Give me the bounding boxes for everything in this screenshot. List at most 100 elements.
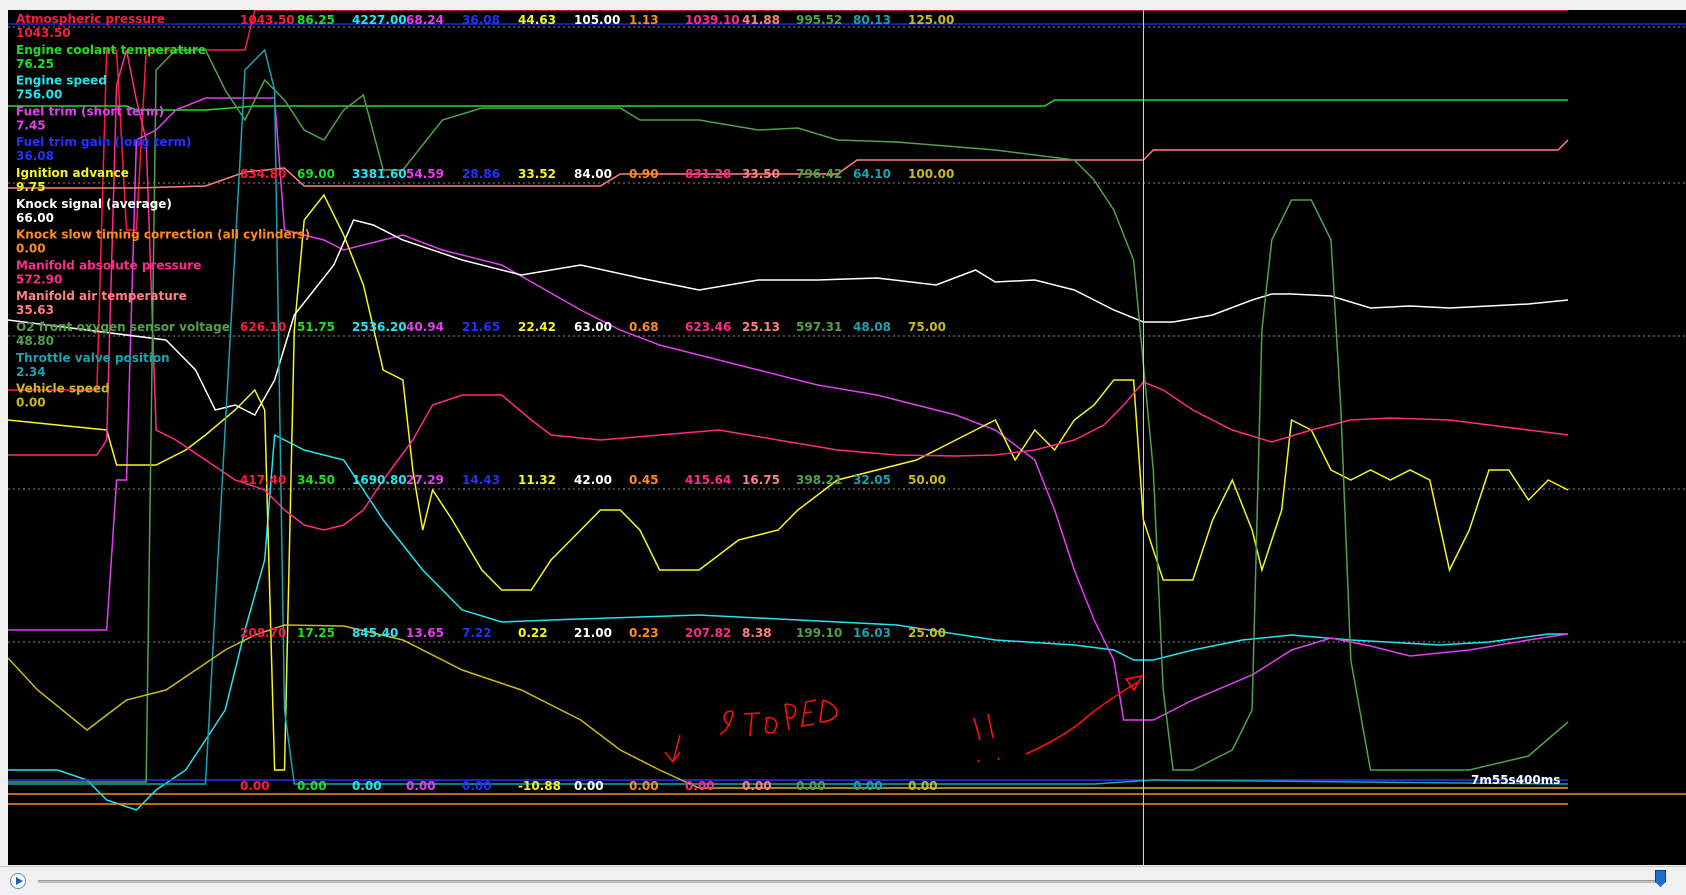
tick-label: 415.64 <box>685 473 731 487</box>
tick-label: 0.00 <box>352 779 382 793</box>
legend-series-name: Atmospheric pressure <box>16 12 165 26</box>
series-line-knock-signal-average- <box>8 219 1569 416</box>
tick-label: 25.00 <box>908 626 946 640</box>
tick-label: 2536.20 <box>352 320 407 334</box>
legend-series-name: O2 front oxygen sensor voltage <box>16 320 230 334</box>
chart-canvas[interactable]: 86.25 4227.00 68.24 36.08 44.63 105.00 1.13 103… <box>8 10 1686 865</box>
legend-series-name: Throttle valve position <box>16 351 170 365</box>
tick-label: 0.00 <box>297 779 327 793</box>
tick-label: 17.25 <box>297 626 335 640</box>
tick-label: 75.00 <box>908 320 946 334</box>
legend: Atmospheric pressure1043.50Engine coolan… <box>16 12 310 410</box>
legend-current-value: 36.08 <box>16 149 54 163</box>
time-readout: 7m55s400ms <box>1471 773 1560 787</box>
legend-series-name: Ignition advance <box>16 166 129 180</box>
tick-label: 1039.10 <box>685 13 740 27</box>
tick-label: 51.75 <box>297 320 335 334</box>
play-button[interactable] <box>10 873 26 889</box>
tick-label: 21.00 <box>574 626 612 640</box>
tick-label: 64.10 <box>853 167 891 181</box>
tick-label: 398.21 <box>796 473 842 487</box>
tick-label: 33.52 <box>518 167 556 181</box>
legend-current-value: 0.00 <box>16 396 46 410</box>
tick-label: 207.82 <box>685 626 731 640</box>
legend-current-value: 48.80 <box>16 334 54 348</box>
tick-label: 834.80 <box>240 167 286 181</box>
tick-label: 4227.00 <box>352 13 407 27</box>
tick-label: 1043.50 <box>240 13 295 27</box>
tick-label: 36.08 <box>462 13 500 27</box>
tick-label: 80.13 <box>853 13 891 27</box>
tick-label: 623.46 <box>685 320 731 334</box>
legend-current-value: 35.63 <box>16 303 54 317</box>
tick-label: 626.10 <box>240 320 286 334</box>
tick-label: 68.24 <box>406 13 444 27</box>
grid-lines <box>8 23 1686 795</box>
legend-series-name: Knock slow timing correction (all cylind… <box>16 228 310 242</box>
tick-label: 125.00 <box>908 13 954 27</box>
series-line-o2-front-oxygen-sensor-voltage <box>8 49 1569 783</box>
tick-label: 0.23 <box>629 626 659 640</box>
tick-label: 32.05 <box>853 473 891 487</box>
tick-label: 831.28 <box>685 167 731 181</box>
tick-label: 21.65 <box>462 320 500 334</box>
tick-label: 0.00 <box>406 779 436 793</box>
tick-label: 0.00 <box>574 779 604 793</box>
tick-label: 0.00 <box>908 779 938 793</box>
tick-label: 100.00 <box>908 167 954 181</box>
tick-label: 84.00 <box>574 167 612 181</box>
tick-label: 13.65 <box>406 626 444 640</box>
pointer-arrow <box>1025 674 1144 755</box>
tick-label: 1690.80 <box>352 473 407 487</box>
legend-series-name: Knock signal (average) <box>16 197 172 211</box>
legend-series-name: Vehicle speed <box>16 382 110 396</box>
tick-label: 14.43 <box>462 473 500 487</box>
tick-label: 0.22 <box>518 626 548 640</box>
tick-label: 25.13 <box>742 320 780 334</box>
tick-label: 16.75 <box>742 473 780 487</box>
tick-label: 0.00 <box>742 779 772 793</box>
legend-current-value: 2.34 <box>16 365 46 379</box>
tick-label: 28.86 <box>462 167 500 181</box>
tick-label: 11.32 <box>518 473 556 487</box>
tick-label: -10.88 <box>518 779 561 793</box>
tick-label: 796.42 <box>796 167 842 181</box>
tick-label: 995.52 <box>796 13 842 27</box>
timeline-track[interactable] <box>38 880 1664 883</box>
tick-label: 63.00 <box>574 320 612 334</box>
legend-series-name: Engine coolant temperature <box>16 43 206 57</box>
tick-label: 54.59 <box>406 167 444 181</box>
line-chart[interactable]: 86.25 4227.00 68.24 36.08 44.63 105.00 1.13 103… <box>8 10 1686 865</box>
tick-label: 208.70 <box>240 626 286 640</box>
stoped-letters <box>719 699 838 737</box>
tick-label: 22.42 <box>518 320 556 334</box>
tick-label: 0.00 <box>796 779 826 793</box>
timeline-thumb[interactable] <box>1655 870 1666 887</box>
tick-label: 3381.60 <box>352 167 407 181</box>
legend-current-value: 1043.50 <box>16 26 71 40</box>
series-lines <box>8 10 1569 811</box>
legend-current-value: 9.75 <box>16 180 46 194</box>
tick-label: 845.40 <box>352 626 398 640</box>
tick-label: 40.94 <box>406 320 444 334</box>
tick-label: 417.40 <box>240 473 286 487</box>
tick-label: 0.68 <box>629 320 659 334</box>
tick-label: 0.45 <box>629 473 659 487</box>
series-line-throttle-valve-position <box>8 48 1569 785</box>
legend-series-name: Fuel trim (short term) <box>16 104 164 118</box>
tick-label: 27.29 <box>406 473 444 487</box>
tick-label: 0.00 <box>462 779 492 793</box>
series-line-engine-coolant-temperature <box>8 99 1568 111</box>
series-line-engine-speed <box>8 433 1568 811</box>
legend-current-value: 7.45 <box>16 118 46 132</box>
tick-label: 0.00 <box>629 779 659 793</box>
legend-current-value: 0.00 <box>16 242 46 256</box>
tick-label: 0.00 <box>240 779 270 793</box>
tick-label: 105.00 <box>574 13 620 27</box>
tick-label: 50.00 <box>908 473 946 487</box>
exclamation-marks <box>973 713 1000 763</box>
tick-label: 86.25 <box>297 13 335 27</box>
legend-current-value: 572.90 <box>16 272 62 286</box>
tick-label: 41.88 <box>742 13 780 27</box>
tick-label: 199.10 <box>796 626 842 640</box>
